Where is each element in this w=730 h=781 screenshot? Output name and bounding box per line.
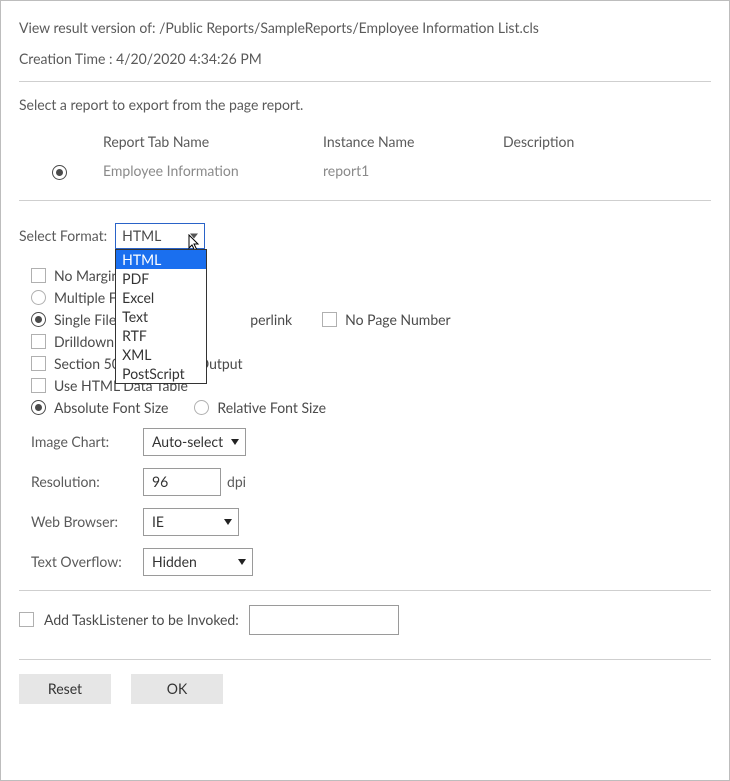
reset-button-label: Reset — [48, 680, 82, 697]
format-dropdown: HTML PDF Excel Text RTF XML PostScript — [115, 249, 207, 384]
format-option-html[interactable]: HTML — [116, 250, 206, 269]
view-result-title: View result version of: /Public Reports/… — [19, 19, 711, 36]
drilldown-checkbox[interactable] — [31, 334, 46, 349]
ok-button-label: OK — [167, 680, 187, 697]
format-option-rtf[interactable]: RTF — [116, 326, 206, 345]
creation-time-value: 4/20/2020 4:34:26 PM — [116, 50, 262, 67]
tasklistener-label: Add TaskListener to be Invoked: — [44, 611, 239, 628]
select-format-label: Select Format: — [19, 227, 107, 244]
format-option-excel[interactable]: Excel — [116, 288, 206, 307]
single-file-radio[interactable] — [31, 312, 46, 327]
resolution-value: 96 — [152, 473, 168, 490]
web-browser-value: IE — [152, 513, 164, 530]
use-html-data-table-checkbox[interactable] — [31, 378, 46, 393]
col-instance-header: Instance Name — [319, 127, 499, 156]
resolution-input[interactable]: 96 — [143, 468, 221, 496]
section508-checkbox[interactable] — [31, 356, 46, 371]
chevron-down-icon — [190, 233, 198, 238]
ok-button[interactable]: OK — [131, 674, 223, 704]
dialog-window: View result version of: /Public Reports/… — [0, 0, 730, 781]
format-option-text[interactable]: Text — [116, 307, 206, 326]
relative-font-radio[interactable] — [194, 400, 209, 415]
divider — [19, 200, 711, 201]
web-browser-select[interactable]: IE — [143, 508, 239, 536]
image-chart-label: Image Chart: — [31, 433, 143, 450]
row-select-radio[interactable] — [52, 165, 67, 180]
multiple-files-radio[interactable] — [31, 290, 46, 305]
table-row: Employee Information report1 — [19, 156, 711, 186]
resolution-unit: dpi — [227, 473, 246, 490]
col-report-tab-header: Report Tab Name — [99, 127, 319, 156]
cell-report-tab: Employee Information — [99, 156, 319, 186]
absolute-font-radio[interactable] — [31, 400, 46, 415]
no-page-number-label: No Page Number — [345, 311, 451, 328]
cell-instance: report1 — [319, 156, 499, 186]
web-browser-label: Web Browser: — [31, 513, 143, 530]
export-prompt: Select a report to export from the page … — [19, 96, 711, 113]
image-chart-value: Auto-select — [152, 433, 223, 450]
image-chart-select[interactable]: Auto-select — [143, 428, 246, 456]
cell-description — [499, 156, 711, 186]
no-margin-label: No Margin — [54, 267, 119, 284]
creation-time-label: Creation Time : — [19, 50, 113, 67]
text-overflow-value: Hidden — [152, 553, 197, 570]
divider — [19, 81, 711, 82]
text-overflow-label: Text Overflow: — [31, 553, 143, 570]
no-page-number-checkbox[interactable] — [322, 312, 337, 327]
form-area: Select Format: HTML HTML PDF Excel Text … — [19, 223, 711, 704]
chevron-down-icon — [231, 439, 239, 445]
format-option-xml[interactable]: XML — [116, 345, 206, 364]
chevron-down-icon — [238, 559, 246, 565]
divider — [19, 590, 711, 591]
format-select[interactable]: HTML HTML PDF Excel Text RTF XML PostScr… — [115, 223, 205, 249]
tasklistener-checkbox[interactable] — [19, 612, 34, 627]
tasklistener-input[interactable] — [249, 605, 399, 635]
hyperlink-label-partial: perlink — [250, 311, 292, 328]
col-select-header — [19, 127, 99, 156]
col-description-header: Description — [499, 127, 711, 156]
single-file-label: Single File — [54, 311, 116, 328]
no-margin-checkbox[interactable] — [31, 268, 46, 283]
divider — [19, 659, 711, 660]
relative-font-label: Relative Font Size — [217, 399, 326, 416]
report-table: Report Tab Name Instance Name Descriptio… — [19, 127, 711, 186]
resolution-label: Resolution: — [31, 473, 143, 490]
absolute-font-label: Absolute Font Size — [54, 399, 168, 416]
drilldown-label: Drilldown — [54, 333, 114, 350]
creation-time: Creation Time : 4/20/2020 4:34:26 PM — [19, 50, 711, 67]
format-option-postscript[interactable]: PostScript — [116, 364, 206, 383]
format-select-value: HTML — [122, 227, 161, 244]
chevron-down-icon — [224, 519, 232, 525]
format-option-pdf[interactable]: PDF — [116, 269, 206, 288]
text-overflow-select[interactable]: Hidden — [143, 548, 253, 576]
reset-button[interactable]: Reset — [19, 674, 111, 704]
